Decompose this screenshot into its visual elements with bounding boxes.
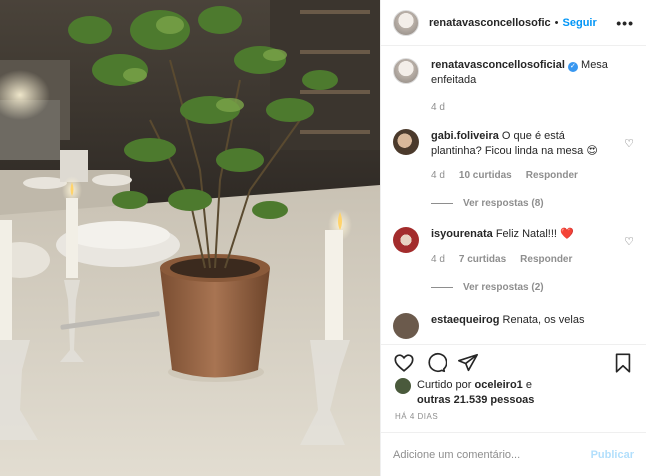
- post-timestamp[interactable]: HÁ 4 DIAS: [395, 412, 438, 421]
- post-actions-bar: [381, 344, 646, 380]
- comment-meta: 4 d 7 curtidas Responder: [431, 252, 616, 267]
- bookmark-icon[interactable]: [612, 352, 634, 374]
- heart-icon[interactable]: [393, 352, 415, 374]
- comment-avatar[interactable]: [393, 129, 419, 155]
- view-replies-button[interactable]: Ver respostas (8): [431, 198, 636, 209]
- replies-line: [431, 203, 453, 204]
- post-header: renatavasconcellosofic • Seguir •••: [381, 0, 646, 46]
- comment-text: Renata, os velas: [502, 314, 585, 326]
- separator-dot: •: [554, 16, 559, 29]
- more-options-icon[interactable]: •••: [616, 15, 634, 31]
- caption-avatar[interactable]: [393, 58, 419, 84]
- share-icon[interactable]: [457, 352, 479, 374]
- comment-username[interactable]: isyourenata: [431, 228, 493, 240]
- comment-likes[interactable]: 7 curtidas: [459, 252, 506, 267]
- comment-meta: 4 d 10 curtidas Responder: [431, 168, 616, 183]
- comment-likes[interactable]: 10 curtidas: [459, 168, 512, 183]
- liker-username[interactable]: oceleiro1: [474, 379, 522, 391]
- comment-time[interactable]: 4 d: [431, 168, 445, 183]
- view-replies-button[interactable]: Ver respostas (2): [431, 282, 636, 293]
- post-photo[interactable]: [0, 0, 380, 476]
- publish-button[interactable]: Publicar: [591, 449, 634, 461]
- comment-like-heart-icon[interactable]: ♡: [624, 137, 634, 150]
- reply-button[interactable]: Responder: [520, 252, 572, 267]
- likes-summary: Curtido por oceleiro1 e outras 21.539 pe…: [395, 378, 636, 408]
- view-replies-label[interactable]: Ver respostas (2): [463, 282, 544, 293]
- comment-username[interactable]: gabi.foliveira: [431, 130, 499, 142]
- view-replies-label[interactable]: Ver respostas (8): [463, 198, 544, 209]
- add-comment-bar: Publicar: [381, 432, 646, 476]
- comments-list[interactable]: renatavasconcellosoficial ✓ Mesa enfeita…: [393, 58, 636, 343]
- comment-username[interactable]: estaequeirog: [431, 314, 499, 326]
- comment-text: Feliz Natal!!! ❤️: [495, 228, 574, 240]
- follow-button[interactable]: Seguir: [563, 17, 597, 29]
- caption-time[interactable]: 4 d: [431, 100, 445, 115]
- comment-time[interactable]: 4 d: [431, 252, 445, 267]
- replies-line: [431, 287, 453, 288]
- comment-avatar[interactable]: [393, 313, 419, 339]
- author-username[interactable]: renatavasconcellosofic: [429, 17, 551, 29]
- caption-username[interactable]: renatavasconcellosoficial: [431, 59, 565, 71]
- liker-avatar[interactable]: [395, 378, 411, 394]
- caption-meta: 4 d: [431, 100, 616, 115]
- verified-badge-icon: ✓: [567, 62, 578, 72]
- likes-conj: e: [525, 379, 532, 391]
- likes-prefix: Curtido por: [417, 379, 472, 391]
- comment-item: gabi.foliveira O que é está plantinha? F…: [393, 129, 636, 183]
- instagram-post: renatavasconcellosofic • Seguir ••• rena…: [0, 0, 646, 476]
- comment-icon[interactable]: [425, 352, 447, 374]
- likes-text: Curtido por oceleiro1 e outras 21.539 pe…: [417, 378, 534, 408]
- comment-item: isyourenata Feliz Natal!!! ❤️ 4 d 7 curt…: [393, 227, 636, 267]
- caption: renatavasconcellosoficial ✓ Mesa enfeita…: [393, 58, 636, 115]
- comment-item: estaequeirog Renata, os velas: [393, 313, 636, 339]
- likes-others[interactable]: outras 21.539 pessoas: [417, 394, 534, 406]
- comment-avatar[interactable]: [393, 227, 419, 253]
- comment-input[interactable]: [393, 448, 573, 461]
- reply-button[interactable]: Responder: [526, 168, 578, 183]
- comment-like-heart-icon[interactable]: ♡: [624, 235, 634, 248]
- table-photo-illustration: [0, 0, 380, 476]
- author-avatar[interactable]: [393, 9, 419, 36]
- post-details-panel: renatavasconcellosofic • Seguir ••• rena…: [380, 0, 646, 476]
